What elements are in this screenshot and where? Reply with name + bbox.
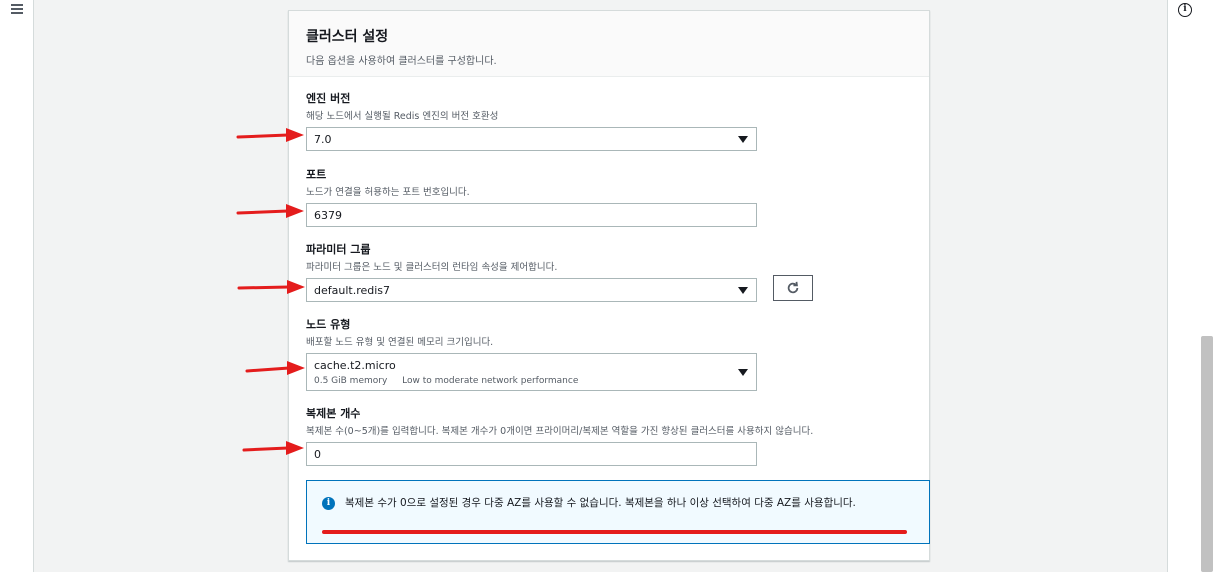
node-type-memory: 0.5 GiB memory <box>314 376 388 386</box>
annotation-underline-alert <box>322 530 907 534</box>
annotation-arrow-parameter-group <box>237 280 305 294</box>
alert-text: 복제본 수가 0으로 설정된 경우 다중 AZ를 사용할 수 없습니다. 복제본… <box>345 497 856 509</box>
replicas-description: 복제본 수(0~5개)를 입력합니다. 복제본 개수가 0개이면 프라이머리/복… <box>306 426 814 437</box>
port-label: 포트 <box>306 168 327 181</box>
parameter-group-description: 파라미터 그룹은 노드 및 클러스터의 런타임 속성을 제어합니다. <box>306 262 558 273</box>
parameter-group-value: default.redis7 <box>314 284 391 297</box>
caret-down-icon <box>738 136 748 143</box>
port-field: 포트 노드가 연결을 허용하는 포트 번호입니다. 6379 <box>306 166 757 227</box>
panel-description: 다음 옵션을 사용하여 클러스터를 구성합니다. <box>306 56 497 67</box>
replicas-value: 0 <box>314 448 321 461</box>
replicas-field: 복제본 개수 복제본 수(0~5개)를 입력합니다. 복제본 개수가 0개이면 … <box>306 405 813 466</box>
left-nav-rail <box>0 0 34 572</box>
annotation-arrow-replicas <box>242 441 304 455</box>
annotation-arrow-port <box>236 204 304 218</box>
panel-header: 클러스터 설정 다음 옵션을 사용하여 클러스터를 구성합니다. <box>289 11 929 77</box>
engine-version-select[interactable]: 7.0 <box>306 127 757 151</box>
refresh-icon <box>787 281 799 294</box>
parameter-group-field: 파라미터 그룹 파라미터 그룹은 노드 및 클러스터의 런타임 속성을 제어합니… <box>306 241 757 302</box>
right-tools-rail: i <box>1167 0 1217 572</box>
multi-az-info-alert: i 복제본 수가 0으로 설정된 경우 다중 AZ를 사용할 수 없습니다. 복… <box>306 480 930 544</box>
annotation-arrow-engine <box>236 128 304 142</box>
panel-title: 클러스터 설정 <box>306 29 389 45</box>
replicas-label: 복제본 개수 <box>306 407 361 420</box>
caret-down-icon <box>738 287 748 294</box>
replicas-input[interactable]: 0 <box>306 442 757 466</box>
scrollbar-thumb[interactable] <box>1201 336 1213 572</box>
port-value: 6379 <box>314 209 342 222</box>
node-type-field: 노드 유형 배포할 노드 유형 및 연결된 메모리 크기입니다. cache.t… <box>306 316 757 391</box>
engine-version-label: 엔진 버전 <box>306 92 351 105</box>
port-input[interactable]: 6379 <box>306 203 757 227</box>
info-icon[interactable]: i <box>1178 3 1192 17</box>
parameter-group-label: 파라미터 그룹 <box>306 243 371 256</box>
node-type-details: 0.5 GiB memory Low to moderate network p… <box>314 376 749 386</box>
node-type-label: 노드 유형 <box>306 318 351 331</box>
engine-version-description: 해당 노드에서 실행될 Redis 엔진의 버전 호환성 <box>306 111 499 122</box>
info-circle-icon: i <box>322 497 335 510</box>
node-type-select[interactable]: cache.t2.micro 0.5 GiB memory Low to mod… <box>306 353 757 391</box>
parameter-group-select[interactable]: default.redis7 <box>306 278 757 302</box>
engine-version-value: 7.0 <box>314 133 332 146</box>
node-type-description: 배포할 노드 유형 및 연결된 메모리 크기입니다. <box>306 337 494 348</box>
refresh-button[interactable] <box>773 275 813 301</box>
port-description: 노드가 연결을 허용하는 포트 번호입니다. <box>306 187 470 198</box>
node-type-performance: Low to moderate network performance <box>402 376 579 386</box>
hamburger-menu-icon[interactable] <box>11 4 23 14</box>
caret-down-icon <box>738 369 748 376</box>
engine-version-field: 엔진 버전 해당 노드에서 실행될 Redis 엔진의 버전 호환성 7.0 <box>306 90 757 151</box>
cluster-settings-panel: 클러스터 설정 다음 옵션을 사용하여 클러스터를 구성합니다. 엔진 버전 해… <box>288 10 930 561</box>
annotation-arrow-node-type <box>245 361 305 375</box>
node-type-value: cache.t2.micro <box>314 359 396 372</box>
